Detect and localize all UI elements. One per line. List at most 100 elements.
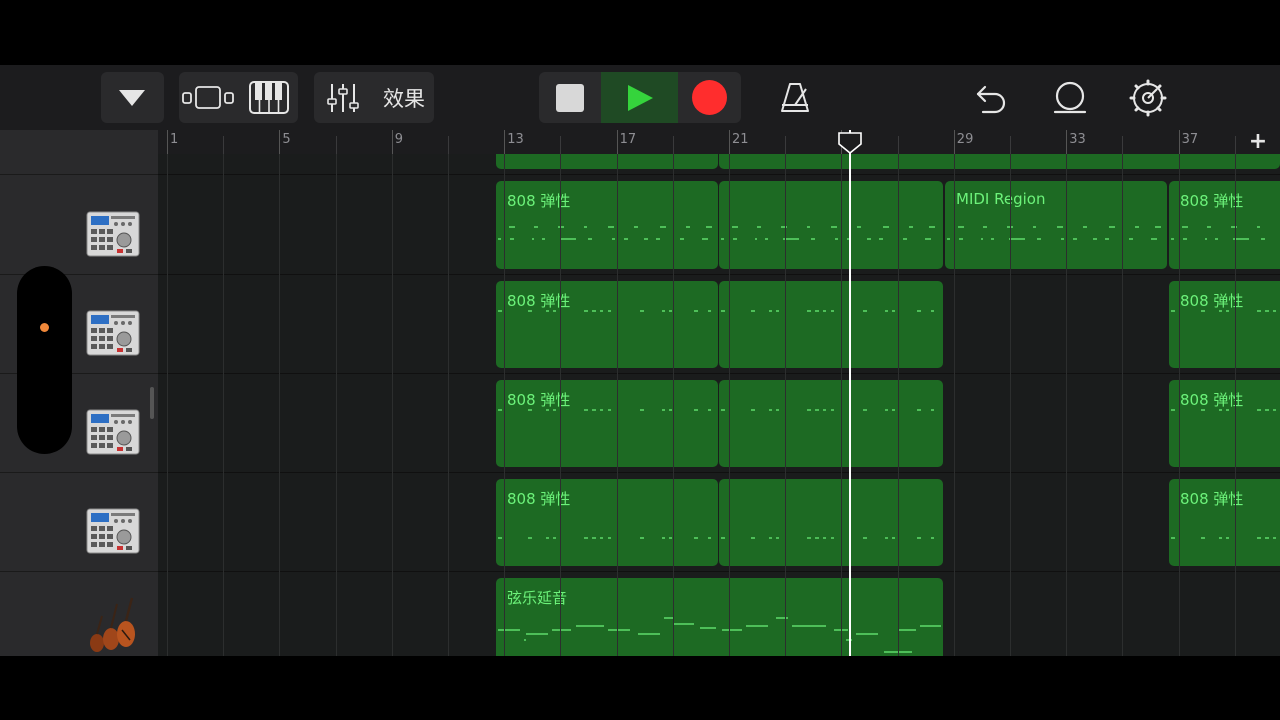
stop-icon — [556, 83, 584, 112]
midi-notes — [720, 310, 935, 312]
loop-icon — [1053, 81, 1087, 113]
ruler-tick — [953, 130, 955, 154]
record-icon — [692, 80, 727, 115]
grid-line — [841, 154, 843, 656]
midi-notes — [720, 226, 936, 240]
record-button[interactable] — [678, 72, 741, 123]
browser-menu-button[interactable] — [101, 72, 164, 123]
ruler-subtick — [1122, 136, 1124, 154]
grid-line — [672, 154, 674, 656]
ruler-tick — [504, 130, 506, 154]
track-header-partial[interactable] — [0, 130, 158, 175]
mixer-button[interactable] — [314, 72, 372, 123]
undo-button[interactable] — [968, 72, 1014, 123]
region-label: MIDI Region — [956, 190, 1046, 208]
region-partial-b[interactable] — [719, 154, 1280, 169]
toolbar: 效果 — [0, 65, 1280, 130]
midi-notes — [497, 226, 713, 240]
lane-partial — [158, 154, 1280, 175]
track-scroll-slider[interactable] — [17, 266, 72, 454]
playhead[interactable] — [838, 130, 862, 656]
grid-line — [785, 154, 787, 656]
tracks-area[interactable]: 808 弹性 MIDI Region 808 弹性 808 弹性 808 弹性 … — [158, 154, 1280, 656]
track-header-strings[interactable] — [0, 572, 158, 656]
view-switcher — [179, 72, 298, 123]
play-button[interactable] — [601, 72, 678, 123]
lane-strings: 弦乐延音 — [158, 572, 1280, 656]
midi-notes — [497, 537, 712, 539]
region-midi-1c[interactable]: MIDI Region — [945, 181, 1167, 269]
ruler-tick — [616, 130, 618, 154]
region-808-1a[interactable]: 808 弹性 — [496, 181, 718, 269]
transport-controls — [539, 72, 741, 123]
stop-button[interactable] — [539, 72, 601, 123]
effects-button[interactable]: 效果 — [374, 72, 434, 123]
ruler-bar-number: 33 — [1069, 132, 1086, 147]
region-808-1d[interactable]: 808 弹性 — [1169, 181, 1280, 269]
lane-drums-3: 808 弹性 808 弹性 — [158, 374, 1280, 473]
strings-icon — [82, 596, 142, 656]
region-808-2a[interactable]: 808 弹性 — [496, 281, 718, 368]
tracks-view-icon — [182, 86, 234, 109]
region-808-4b[interactable] — [719, 479, 943, 566]
lane-drums-2: 808 弹性 808 弹性 — [158, 275, 1280, 374]
ruler-bar-number: 17 — [619, 132, 637, 147]
grid-line — [897, 154, 899, 656]
grid-line — [953, 154, 955, 656]
track-header-drums-4[interactable] — [0, 473, 158, 572]
grid-line — [1178, 154, 1180, 656]
metronome-icon — [781, 82, 809, 112]
header-scroll-indicator[interactable] — [150, 387, 154, 419]
ruler-tick — [729, 130, 730, 154]
midi-notes — [1170, 409, 1280, 411]
ruler-subtick — [897, 136, 899, 154]
track-header-drums-1[interactable] — [0, 175, 158, 275]
grid-line — [223, 154, 225, 656]
metronome-button[interactable] — [772, 72, 818, 123]
region-808-1b[interactable] — [719, 181, 943, 269]
midi-notes — [1170, 537, 1280, 539]
loop-browser-button[interactable] — [1046, 72, 1092, 123]
ruler-bar-number: 9 — [394, 132, 404, 147]
grid-line — [1066, 154, 1068, 656]
playhead-handle[interactable] — [838, 132, 862, 154]
lane-drums-4: 808 弹性 808 弹性 — [158, 473, 1280, 572]
settings-button[interactable] — [1125, 72, 1171, 123]
region-808-3b[interactable] — [719, 380, 943, 467]
midi-notes — [497, 310, 712, 312]
ruler-tick — [1178, 130, 1180, 154]
region-strings-5a[interactable]: 弦乐延音 — [496, 578, 943, 656]
timeline-ruler[interactable]: 15913172125293337 + — [158, 130, 1280, 154]
region-partial-a[interactable] — [496, 154, 718, 169]
ruler-subtick — [672, 136, 674, 154]
midi-notes — [498, 617, 941, 653]
grid-line — [279, 154, 281, 656]
volume-dot — [40, 323, 49, 332]
ruler-bar-number: 29 — [956, 132, 974, 147]
region-808-4d[interactable]: 808 弹性 — [1169, 479, 1280, 566]
ruler-bar-number: 13 — [507, 132, 524, 147]
midi-notes — [720, 537, 935, 539]
region-808-2b[interactable] — [719, 281, 943, 368]
ruler-tick — [1066, 130, 1068, 154]
grid-line — [560, 154, 562, 656]
midi-notes — [720, 409, 935, 411]
add-section-button[interactable]: + — [1244, 130, 1272, 154]
ruler-subtick — [1010, 136, 1011, 154]
piano-keys-icon — [249, 81, 289, 114]
tracks-view-button[interactable] — [179, 72, 237, 123]
keyboard-button[interactable] — [239, 72, 298, 123]
mixer-effects-group: 效果 — [314, 72, 434, 123]
region-808-4a[interactable]: 808 弹性 — [496, 479, 718, 566]
midi-notes — [1170, 310, 1280, 312]
grid-line — [167, 154, 168, 656]
sliders-icon — [327, 84, 359, 112]
region-808-3a[interactable]: 808 弹性 — [496, 380, 718, 467]
region-808-2d[interactable]: 808 弹性 — [1169, 281, 1280, 368]
region-808-3d[interactable]: 808 弹性 — [1169, 380, 1280, 467]
midi-notes — [1170, 226, 1280, 240]
grid-line — [504, 154, 506, 656]
garageband-tracks-view: 效果 1 5 9 13 17 21 29 33 37 + 808 弹性 MIDI… — [0, 65, 1280, 656]
grid-line — [1010, 154, 1011, 656]
ruler-subtick — [223, 136, 225, 154]
